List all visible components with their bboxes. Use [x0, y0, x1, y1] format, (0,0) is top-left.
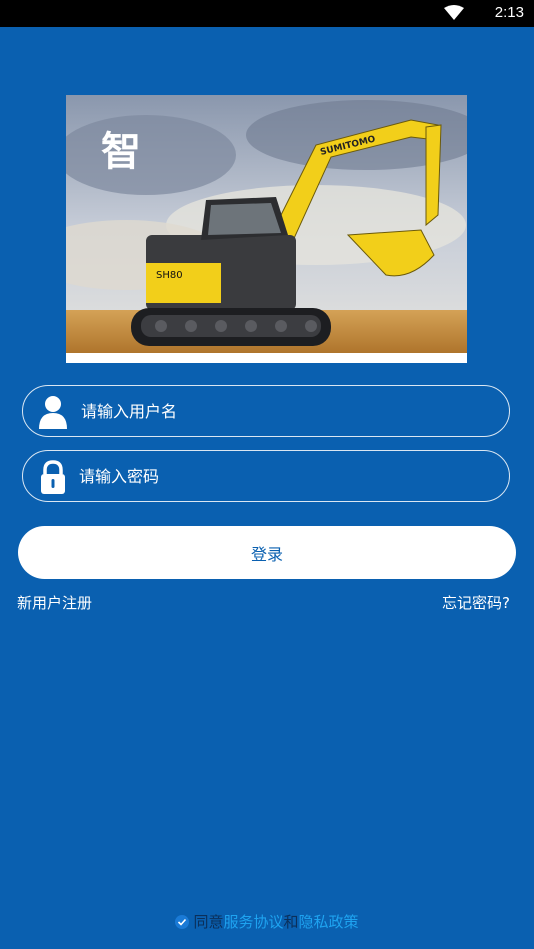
agree-prefix: 同意 — [193, 913, 224, 931]
username-field — [22, 385, 510, 437]
wifi-icon — [444, 5, 464, 20]
login-button[interactable]: 登录 — [18, 526, 516, 579]
privacy-link[interactable]: 隐私政策 — [299, 913, 359, 931]
status-time: 2:13 — [494, 4, 524, 21]
terms-link[interactable]: 服务协议 — [223, 913, 283, 931]
agree-checkbox[interactable] — [175, 915, 190, 929]
status-bar: 2:13 — [0, 0, 534, 27]
username-input[interactable] — [81, 386, 481, 436]
password-input[interactable] — [79, 451, 479, 501]
model-text: SH80 — [156, 270, 183, 281]
check-icon — [178, 918, 187, 926]
user-icon — [39, 396, 67, 429]
lock-icon — [41, 460, 65, 494]
register-link[interactable]: 新用户注册 — [17, 592, 92, 613]
agree-and: 和 — [283, 913, 299, 931]
excavator-banner: 智 SUMITOMO SH80 — [66, 95, 467, 363]
svg-text:智: 智 — [101, 129, 141, 175]
forgot-password-link[interactable]: 忘记密码? — [442, 592, 510, 613]
password-field — [22, 450, 510, 502]
agreement-row: 同意服务协议和隐私政策 — [0, 911, 534, 932]
